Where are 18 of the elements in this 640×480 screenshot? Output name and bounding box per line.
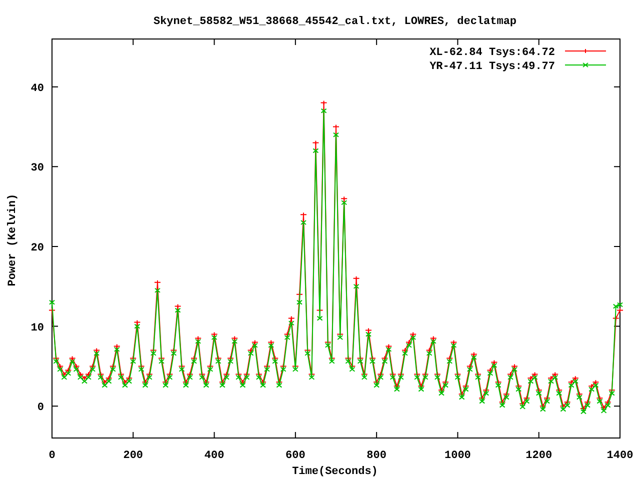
y-tick-label: 10 [30,322,44,334]
legend-label: XL-62.84 Tsys:64.72 [430,47,555,59]
x-tick-label: 1400 [606,450,634,462]
y-axis-label: Power (Kelvin) [7,194,19,286]
x-tick-label: 600 [286,450,306,462]
x-tick-label: 1200 [526,450,552,462]
y-tick-label: 20 [30,242,44,254]
x-tick-label: 0 [48,450,56,462]
y-tick-label: 30 [30,162,44,175]
y-tick-label: 0 [37,402,44,414]
x-tick-label: 400 [204,450,224,462]
x-tick-label: 200 [123,450,144,462]
legend-label: YR-47.11 Tsys:49.77 [430,61,555,73]
x-axis-label: Time(Seconds) [292,466,378,478]
y-tick-label: 40 [30,82,44,95]
chart-title: Skynet_58582_W51_38668_45542_cal.txt, LOWRES, declatmap [153,16,517,28]
x-tick-label: 1000 [444,450,471,462]
x-tick-label: 800 [366,450,386,462]
